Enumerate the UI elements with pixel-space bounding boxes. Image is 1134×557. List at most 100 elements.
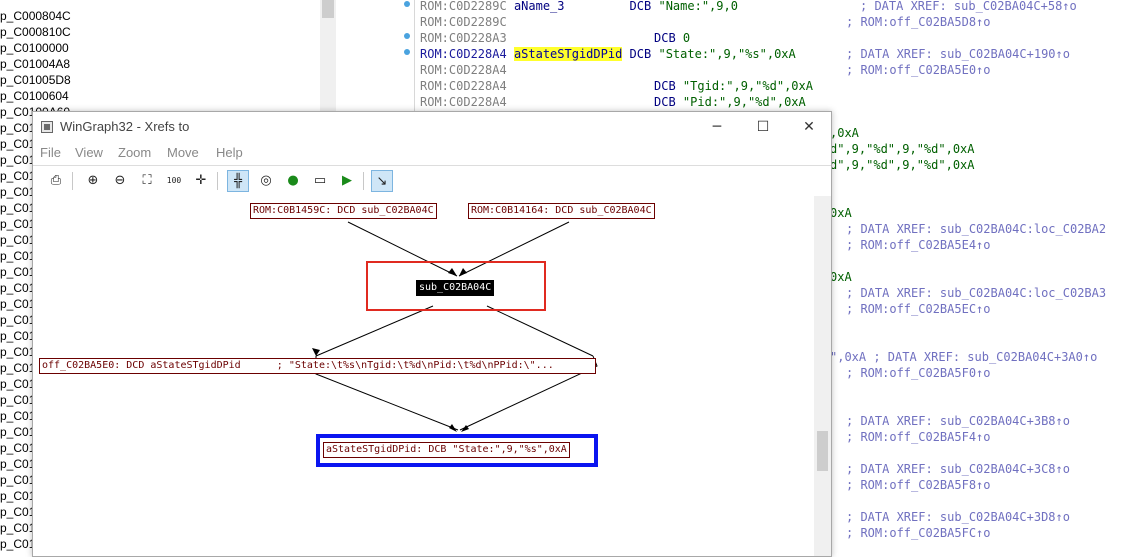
xref-comment[interactable]: ; DATA XREF: sub_C02BA04C:loc_C02BA3 <box>846 285 1106 301</box>
xref-node-c0b1459c[interactable]: ROM:C0B1459C: DCD sub_C02BA04C <box>250 203 437 219</box>
zoom-in-icon[interactable]: ⊕ <box>82 170 104 192</box>
string-node-astatestgiddpid[interactable]: aStateSTgidDPid: DCB "State:",9,"%s",0xA <box>323 442 570 458</box>
menu-move[interactable]: Move <box>167 145 199 160</box>
function-list-item[interactable]: p_C01 <box>0 424 35 440</box>
xref-comment[interactable]: ; ROM:off_C02BA5E0↑o <box>846 62 991 78</box>
function-list-item[interactable]: p_C01 <box>0 216 35 232</box>
function-list-item[interactable]: p_C01 <box>0 312 35 328</box>
xref-comment[interactable]: ; DATA XREF: sub_C02BA04C+3B8↑o <box>846 413 1070 429</box>
graph-scrollbar[interactable] <box>814 196 831 556</box>
menu-file[interactable]: File <box>40 145 61 160</box>
function-list-item[interactable]: p_C0100604 <box>0 88 69 104</box>
function-list-item[interactable]: p_C01 <box>0 456 35 472</box>
disasm-line[interactable]: ROM:C0D2289C aName_3 DCB "Name:",9,0 <box>420 0 738 14</box>
function-list-item[interactable]: p_C01 <box>0 200 35 216</box>
graph-options-icon[interactable]: ▭ <box>309 170 331 192</box>
maximize-button[interactable]: ☐ <box>751 117 775 137</box>
minimize-button[interactable]: ─ <box>705 117 729 137</box>
xref-comment[interactable]: ; ROM:off_C02BA5F0↑o <box>846 365 991 381</box>
xref-comment[interactable]: ; DATA XREF: sub_C02BA04C+3C8↑o <box>846 461 1070 477</box>
disasm-line[interactable]: ROM:C0D228A4 <box>420 94 507 110</box>
xref-comment[interactable]: ; ROM:off_C02BA5EC↑o <box>846 301 991 317</box>
menu-view[interactable]: View <box>75 145 103 160</box>
xref-comment[interactable]: ; DATA XREF: sub_C02BA04C+58↑o <box>860 0 1077 14</box>
function-list-item[interactable]: p_C01 <box>0 392 35 408</box>
address: ROM:C0D228A4 <box>420 63 507 77</box>
xref-comment[interactable]: ; DATA XREF: sub_C02BA04C:loc_C02BA2 <box>846 221 1106 237</box>
window-title: WinGraph32 - Xrefs to <box>60 119 190 134</box>
function-list-item[interactable]: p_C01 <box>0 360 35 376</box>
function-list-item[interactable]: p_C01 <box>0 168 35 184</box>
disasm-line[interactable]: ROM:C0D228A4 <box>420 62 507 78</box>
breakpoint-dot[interactable] <box>404 33 410 39</box>
window-titlebar[interactable]: WinGraph32 - Xrefs to ─ ☐ ✕ <box>33 112 831 142</box>
function-list-item[interactable]: p_C01 <box>0 440 35 456</box>
graph-canvas[interactable]: ROM:C0B1459C: DCD sub_C02BA04C ROM:C0B14… <box>33 196 814 556</box>
xref-comment[interactable]: ",0xA ; DATA XREF: sub_C02BA04C+3A0↑o <box>830 349 1097 365</box>
pan-mode-icon[interactable]: ╬ <box>227 170 249 192</box>
scrollbar-thumb[interactable] <box>322 0 334 18</box>
opcode: DCB <box>654 79 676 93</box>
function-node-sub-c02ba04c[interactable]: sub_C02BA04C <box>416 280 495 296</box>
function-list-item[interactable]: p_C01 <box>0 248 35 264</box>
xref-comment[interactable]: ; ROM:off_C02BA5F4↑o <box>846 429 991 445</box>
menu-zoom[interactable]: Zoom <box>118 145 151 160</box>
breakpoint-dot[interactable] <box>404 49 410 55</box>
app-icon <box>41 121 53 133</box>
function-list-item[interactable]: p_C01 <box>0 136 35 152</box>
layout-icon[interactable]: ◎ <box>255 170 277 192</box>
operands: "Name:",9,0 <box>658 0 738 13</box>
pointer-node-off-c02ba5e0[interactable]: off_C02BA5E0: DCD aStateSTgidDPid ; "Sta… <box>39 358 596 374</box>
xref-node-c0b14164[interactable]: ROM:C0B14164: DCD sub_C02BA04C <box>468 203 655 219</box>
function-list-item[interactable]: p_C01 <box>0 296 35 312</box>
menu-help[interactable]: Help <box>216 145 243 160</box>
highlighted-label[interactable]: aStateSTgidDPid <box>513 47 623 61</box>
fit-window-icon[interactable]: ⛶ <box>136 170 158 192</box>
xref-comment[interactable]: ; ROM:off_C02BA5D8↑o <box>846 14 991 30</box>
label[interactable]: aName_3 <box>514 0 565 13</box>
disasm-line-selected[interactable]: ROM:C0D228A4 aStateSTgidDPid DCB "State:… <box>420 46 796 62</box>
disasm-line[interactable]: ROM:C0D228A3 <box>420 30 507 46</box>
function-list-item[interactable]: p_C01 <box>0 264 35 280</box>
function-list-item[interactable]: p_C01 <box>0 328 35 344</box>
function-list-item[interactable]: p_C01 <box>0 152 35 168</box>
center-icon[interactable]: ✛ <box>190 170 212 192</box>
xref-comment[interactable]: ; DATA XREF: sub_C02BA04C+3D8↑o <box>846 509 1070 525</box>
opcode: DCB <box>629 0 652 13</box>
function-list-item[interactable]: p_C01 <box>0 472 35 488</box>
function-list-item[interactable]: p_C000810C <box>0 24 71 40</box>
disasm-line[interactable]: ROM:C0D228A4 <box>420 78 507 94</box>
zoom-out-icon[interactable]: ⊖ <box>109 170 131 192</box>
green-circle-icon[interactable]: ● <box>282 170 304 192</box>
function-list-item[interactable]: p_C01 <box>0 376 35 392</box>
xref-comment[interactable]: ; ROM:off_C02BA5FC↑o <box>846 525 991 541</box>
function-list-item[interactable]: p_C01005D8 <box>0 72 71 88</box>
xref-comment[interactable]: ; DATA XREF: sub_C02BA04C+190↑o <box>846 46 1070 62</box>
function-list-item[interactable]: p_C01 <box>0 504 35 520</box>
operand-fragment: ,0xA <box>830 126 859 140</box>
close-button[interactable]: ✕ <box>797 117 821 137</box>
function-list-item[interactable]: p_C01 <box>0 232 35 248</box>
function-list-item[interactable]: p_C0100000 <box>0 40 69 56</box>
function-list-item[interactable]: p_C01 <box>0 120 35 136</box>
breakpoint-dot[interactable] <box>404 1 410 7</box>
function-list-item[interactable]: p_C01004A8 <box>0 56 70 72</box>
xref-comment[interactable]: ; ROM:off_C02BA5E4↑o <box>846 237 991 253</box>
zoom-100-icon[interactable]: 100 <box>163 170 185 192</box>
xref-comment[interactable]: ; ROM:off_C02BA5F8↑o <box>846 477 991 493</box>
print-icon[interactable]: ⎙ <box>45 170 67 192</box>
wingraph-window[interactable]: WinGraph32 - Xrefs to ─ ☐ ✕ File View Zo… <box>32 111 832 557</box>
scrollbar-thumb[interactable] <box>817 431 828 471</box>
function-list-item[interactable]: p_C01 <box>0 408 35 424</box>
disasm-line[interactable]: ROM:C0D2289C <box>420 14 507 30</box>
green-arrow-icon[interactable]: ▶ <box>336 170 358 192</box>
function-list-item[interactable]: p_C01 <box>0 520 35 536</box>
function-list-item[interactable]: p_C01 <box>0 488 35 504</box>
function-list-item[interactable]: p_C01 <box>0 344 35 360</box>
function-list-item[interactable]: p_C01 <box>0 184 35 200</box>
function-list-item[interactable]: p_C000804C <box>0 8 71 24</box>
function-list-item[interactable]: p_C01 <box>0 280 35 296</box>
address: ROM:C0D228A4 <box>420 47 507 61</box>
function-list-item[interactable]: p_C01 <box>0 536 35 552</box>
cursor-icon[interactable]: ↘ <box>371 170 393 192</box>
